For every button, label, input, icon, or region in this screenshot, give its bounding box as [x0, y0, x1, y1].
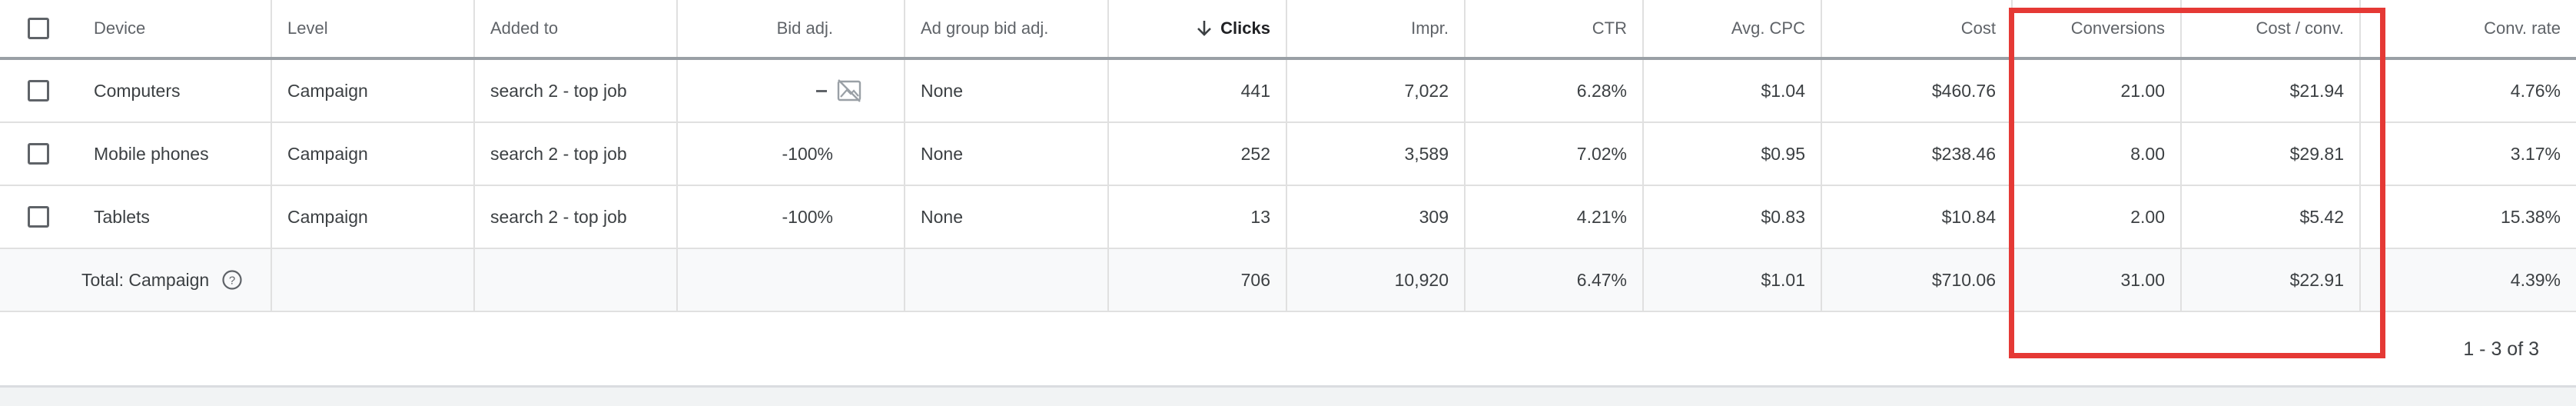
column-header-added-to[interactable]: Added to: [475, 0, 678, 57]
device-cell: Mobile phones: [77, 123, 272, 185]
cost-cell: $10.84: [1822, 186, 2013, 248]
column-header-level[interactable]: Level: [272, 0, 475, 57]
conv-rate-cell: 4.76%: [2510, 80, 2561, 101]
total-cost-per-conv-cell: $22.91: [2182, 249, 2361, 311]
row-select-cell: [0, 186, 77, 248]
arrow-down-icon: [1196, 19, 1213, 38]
avg-cpc-cell: $1.04: [1644, 60, 1822, 121]
ctr-cell: 4.21%: [1466, 186, 1644, 248]
column-header-ctr[interactable]: CTR: [1466, 0, 1644, 57]
device-cell: Tablets: [77, 186, 272, 248]
bid-adj-value: -100%: [782, 143, 833, 164]
cost-per-conv-cell: $21.94: [2182, 60, 2361, 121]
row-select-cell: [0, 123, 77, 185]
svg-text:?: ?: [229, 275, 235, 288]
clicks-cell: 13: [1109, 186, 1287, 248]
bid-adj-cell[interactable]: [678, 60, 905, 121]
table-footer: 1 - 3 of 3: [0, 314, 2576, 388]
added-to-cell: search 2 - top job: [475, 60, 678, 121]
image-placeholder-icon[interactable]: [836, 78, 862, 104]
bid-adj-value: -100%: [782, 206, 833, 227]
bid-adj-cell[interactable]: -100%: [678, 186, 905, 248]
impr-cell: 3,589: [1287, 123, 1466, 185]
cost-cell: $460.76: [1822, 60, 2013, 121]
total-added-to-cell: [475, 249, 678, 311]
avg-cpc-cell: $0.83: [1644, 186, 1822, 248]
column-header-conversions[interactable]: Conversions: [2013, 0, 2182, 57]
table-header: Device Level Added to Bid adj. Ad group …: [0, 0, 2576, 60]
column-header-clicks-label: Clicks: [1220, 18, 1270, 38]
cost-per-conv-cell: $5.42: [2182, 186, 2361, 248]
conversions-cell: 2.00: [2013, 186, 2182, 248]
clicks-cell: 252: [1109, 123, 1287, 185]
help-circle-icon[interactable]: ?: [221, 269, 243, 291]
total-ad-group-bid-adj-cell: [905, 249, 1109, 311]
cost-per-conv-cell: $29.81: [2182, 123, 2361, 185]
total-label: Total: Campaign: [81, 269, 210, 290]
total-label-cell: Total: Campaign ?: [0, 249, 272, 311]
avg-cpc-cell: $0.95: [1644, 123, 1822, 185]
ad-group-bid-adj-cell: None: [905, 123, 1109, 185]
ctr-cell: 7.02%: [1466, 123, 1644, 185]
ad-group-bid-adj-cell: None: [905, 186, 1109, 248]
level-cell: Campaign: [272, 186, 475, 248]
select-all-checkbox[interactable]: [28, 18, 49, 39]
row-checkbox[interactable]: [28, 143, 49, 165]
conversions-cell: 21.00: [2013, 60, 2182, 121]
table-row: Mobile phones Campaign search 2 - top jo…: [0, 123, 2576, 186]
added-to-cell: search 2 - top job: [475, 123, 678, 185]
level-cell: Campaign: [272, 123, 475, 185]
column-header-ad-group-bid-adj[interactable]: Ad group bid adj.: [905, 0, 1109, 57]
column-header-bid-adj[interactable]: Bid adj.: [678, 0, 905, 57]
column-header-impr[interactable]: Impr.: [1287, 0, 1466, 57]
column-header-cost[interactable]: Cost: [1822, 0, 2013, 57]
conv-rate-cell: 15.38%: [2500, 206, 2561, 227]
device-report-table: Device Level Added to Bid adj. Ad group …: [0, 0, 2576, 312]
total-avg-cpc-cell: $1.01: [1644, 249, 1822, 311]
total-ctr-cell: 6.47%: [1466, 249, 1644, 311]
pagination-summary: 1 - 3 of 3: [2463, 338, 2539, 360]
impr-cell: 7,022: [1287, 60, 1466, 121]
column-header-bid-adj-label: Bid adj.: [776, 18, 833, 38]
ad-group-bid-adj-cell: None: [905, 60, 1109, 121]
conv-rate-cell: 3.17%: [2510, 143, 2561, 164]
bid-adj-cell[interactable]: -100%: [678, 123, 905, 185]
cost-cell: $238.46: [1822, 123, 2013, 185]
total-conv-rate-cell: 4.39%: [2510, 269, 2561, 290]
clicks-cell: 441: [1109, 60, 1287, 121]
column-header-avg-cpc[interactable]: Avg. CPC: [1644, 0, 1822, 57]
row-checkbox[interactable]: [28, 206, 49, 228]
page-background-strip: [0, 388, 2576, 406]
impr-cell: 309: [1287, 186, 1466, 248]
column-header-clicks[interactable]: Clicks: [1109, 0, 1287, 57]
device-cell: Computers: [77, 60, 272, 121]
total-impr-cell: 10,920: [1287, 249, 1466, 311]
dash-icon: [816, 89, 827, 92]
conversions-cell: 8.00: [2013, 123, 2182, 185]
table-row: Computers Campaign search 2 - top job No…: [0, 60, 2576, 123]
total-row: Total: Campaign ? 706 10,920 6.47% $1.01…: [0, 249, 2576, 312]
ctr-cell: 6.28%: [1466, 60, 1644, 121]
level-cell: Campaign: [272, 60, 475, 121]
total-cost-cell: $710.06: [1822, 249, 2013, 311]
total-clicks-cell: 706: [1109, 249, 1287, 311]
column-header-conv-rate[interactable]: Conv. rate: [2361, 0, 2576, 57]
added-to-cell: search 2 - top job: [475, 186, 678, 248]
table-row: Tablets Campaign search 2 - top job -100…: [0, 186, 2576, 249]
column-header-cost-per-conv[interactable]: Cost / conv.: [2182, 0, 2361, 57]
column-header-device[interactable]: Device: [77, 0, 272, 57]
total-bid-adj-cell: [678, 249, 905, 311]
row-select-cell: [0, 60, 77, 121]
total-conversions-cell: 31.00: [2013, 249, 2182, 311]
total-level-cell: [272, 249, 475, 311]
select-all-cell: [0, 0, 77, 57]
row-checkbox[interactable]: [28, 80, 49, 102]
